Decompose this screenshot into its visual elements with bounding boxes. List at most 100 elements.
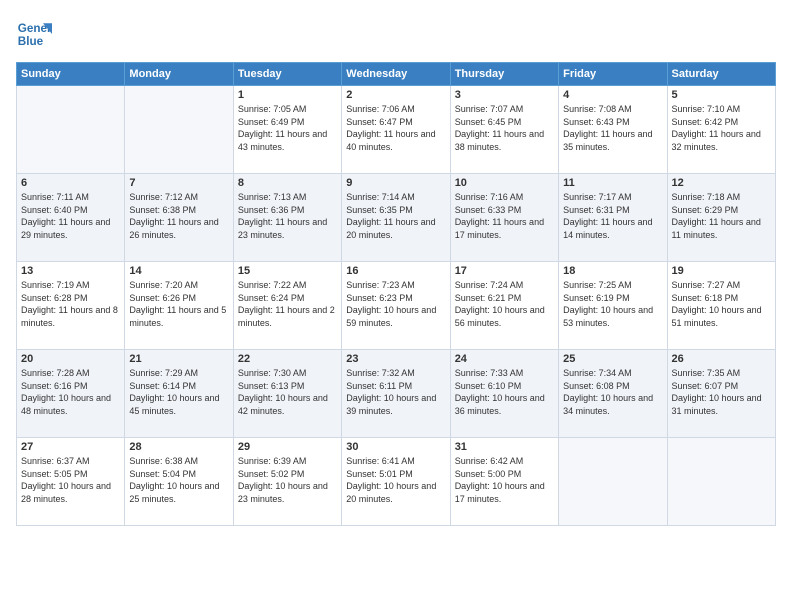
week-row-3: 13 Sunrise: 7:19 AM Sunset: 6:28 PM Dayli… (17, 262, 776, 350)
cal-cell: 29Sunrise: 6:39 AM Sunset: 5:02 PM Dayli… (233, 438, 341, 526)
day-number: 7 (129, 177, 228, 189)
cal-cell: 24 Sunrise: 7:33 AM Sunset: 6:10 PM Dayli… (450, 350, 558, 438)
cell-info: Sunrise: 7:28 AM Sunset: 6:16 PM Dayligh… (21, 367, 120, 417)
day-number: 31 (455, 441, 554, 453)
cal-cell: 4 Sunrise: 7:08 AM Sunset: 6:43 PM Daylig… (559, 86, 667, 174)
cell-info: Sunrise: 7:19 AM Sunset: 6:28 PM Dayligh… (21, 279, 120, 329)
cal-cell: 17 Sunrise: 7:24 AM Sunset: 6:21 PM Dayli… (450, 262, 558, 350)
cell-info: Sunrise: 7:05 AM Sunset: 6:49 PM Dayligh… (238, 103, 337, 153)
day-number: 28 (129, 441, 228, 453)
day-number: 19 (672, 265, 771, 277)
cal-cell: 9 Sunrise: 7:14 AM Sunset: 6:35 PM Daylig… (342, 174, 450, 262)
cell-info: Sunrise: 7:32 AM Sunset: 6:11 PM Dayligh… (346, 367, 445, 417)
day-header-friday: Friday (559, 63, 667, 86)
week-row-2: 6Sunrise: 7:11 AM Sunset: 6:40 PM Daylig… (17, 174, 776, 262)
day-number: 5 (672, 89, 771, 101)
cell-info: Sunrise: 6:42 AM Sunset: 5:00 PM Dayligh… (455, 455, 554, 505)
cal-cell: 11 Sunrise: 7:17 AM Sunset: 6:31 PM Dayli… (559, 174, 667, 262)
day-number: 4 (563, 89, 662, 101)
day-header-saturday: Saturday (667, 63, 775, 86)
cell-info: Sunrise: 7:30 AM Sunset: 6:13 PM Dayligh… (238, 367, 337, 417)
day-number: 16 (346, 265, 445, 277)
cal-cell (559, 438, 667, 526)
day-number: 15 (238, 265, 337, 277)
cal-cell: 8 Sunrise: 7:13 AM Sunset: 6:36 PM Daylig… (233, 174, 341, 262)
cal-cell: 1 Sunrise: 7:05 AM Sunset: 6:49 PM Daylig… (233, 86, 341, 174)
cell-info: Sunrise: 6:37 AM Sunset: 5:05 PM Dayligh… (21, 455, 120, 505)
cal-cell: 16 Sunrise: 7:23 AM Sunset: 6:23 PM Dayli… (342, 262, 450, 350)
cell-info: Sunrise: 7:24 AM Sunset: 6:21 PM Dayligh… (455, 279, 554, 329)
cell-info: Sunrise: 7:18 AM Sunset: 6:29 PM Dayligh… (672, 191, 771, 241)
day-number: 26 (672, 353, 771, 365)
day-number: 30 (346, 441, 445, 453)
cal-cell: 19 Sunrise: 7:27 AM Sunset: 6:18 PM Dayli… (667, 262, 775, 350)
cal-cell: 6Sunrise: 7:11 AM Sunset: 6:40 PM Daylig… (17, 174, 125, 262)
cal-cell: 5 Sunrise: 7:10 AM Sunset: 6:42 PM Daylig… (667, 86, 775, 174)
day-number: 17 (455, 265, 554, 277)
day-number: 8 (238, 177, 337, 189)
cal-cell: 3Sunrise: 7:07 AM Sunset: 6:45 PM Daylig… (450, 86, 558, 174)
cell-info: Sunrise: 7:27 AM Sunset: 6:18 PM Dayligh… (672, 279, 771, 329)
svg-text:Blue: Blue (18, 35, 44, 48)
day-number: 24 (455, 353, 554, 365)
cal-cell: 26 Sunrise: 7:35 AM Sunset: 6:07 PM Dayli… (667, 350, 775, 438)
cell-info: Sunrise: 7:12 AM Sunset: 6:38 PM Dayligh… (129, 191, 228, 241)
cell-info: Sunrise: 7:29 AM Sunset: 6:14 PM Dayligh… (129, 367, 228, 417)
cell-info: Sunrise: 7:17 AM Sunset: 6:31 PM Dayligh… (563, 191, 662, 241)
cell-info: Sunrise: 7:35 AM Sunset: 6:07 PM Dayligh… (672, 367, 771, 417)
cal-cell: 12 Sunrise: 7:18 AM Sunset: 6:29 PM Dayli… (667, 174, 775, 262)
cal-cell (125, 86, 233, 174)
day-number: 21 (129, 353, 228, 365)
cal-cell: 18Sunrise: 7:25 AM Sunset: 6:19 PM Dayli… (559, 262, 667, 350)
cal-cell: 21 Sunrise: 7:29 AM Sunset: 6:14 PM Dayli… (125, 350, 233, 438)
cell-info: Sunrise: 7:13 AM Sunset: 6:36 PM Dayligh… (238, 191, 337, 241)
day-number: 27 (21, 441, 120, 453)
cal-cell: 27 Sunrise: 6:37 AM Sunset: 5:05 PM Dayli… (17, 438, 125, 526)
page-header: General Blue (16, 16, 776, 52)
cell-info: Sunrise: 7:14 AM Sunset: 6:35 PM Dayligh… (346, 191, 445, 241)
week-row-5: 27 Sunrise: 6:37 AM Sunset: 5:05 PM Dayli… (17, 438, 776, 526)
cell-info: Sunrise: 7:16 AM Sunset: 6:33 PM Dayligh… (455, 191, 554, 241)
day-header-monday: Monday (125, 63, 233, 86)
cal-cell: 22 Sunrise: 7:30 AM Sunset: 6:13 PM Dayli… (233, 350, 341, 438)
cell-info: Sunrise: 7:23 AM Sunset: 6:23 PM Dayligh… (346, 279, 445, 329)
day-number: 23 (346, 353, 445, 365)
cal-cell: 7 Sunrise: 7:12 AM Sunset: 6:38 PM Daylig… (125, 174, 233, 262)
cell-info: Sunrise: 6:41 AM Sunset: 5:01 PM Dayligh… (346, 455, 445, 505)
day-number: 14 (129, 265, 228, 277)
day-number: 22 (238, 353, 337, 365)
day-number: 9 (346, 177, 445, 189)
day-number: 11 (563, 177, 662, 189)
day-number: 10 (455, 177, 554, 189)
calendar-table: SundayMondayTuesdayWednesdayThursdayFrid… (16, 62, 776, 526)
cell-info: Sunrise: 6:39 AM Sunset: 5:02 PM Dayligh… (238, 455, 337, 505)
cal-cell: 31 Sunrise: 6:42 AM Sunset: 5:00 PM Dayli… (450, 438, 558, 526)
cell-info: Sunrise: 7:07 AM Sunset: 6:45 PM Dayligh… (455, 103, 554, 153)
cal-cell: 20Sunrise: 7:28 AM Sunset: 6:16 PM Dayli… (17, 350, 125, 438)
day-header-thursday: Thursday (450, 63, 558, 86)
day-header-wednesday: Wednesday (342, 63, 450, 86)
cal-cell: 14 Sunrise: 7:20 AM Sunset: 6:26 PM Dayli… (125, 262, 233, 350)
week-row-1: 1 Sunrise: 7:05 AM Sunset: 6:49 PM Daylig… (17, 86, 776, 174)
cell-info: Sunrise: 7:22 AM Sunset: 6:24 PM Dayligh… (238, 279, 337, 329)
cell-info: Sunrise: 7:06 AM Sunset: 6:47 PM Dayligh… (346, 103, 445, 153)
day-header-tuesday: Tuesday (233, 63, 341, 86)
header-row: SundayMondayTuesdayWednesdayThursdayFrid… (17, 63, 776, 86)
day-number: 18 (563, 265, 662, 277)
day-number: 25 (563, 353, 662, 365)
day-number: 13 (21, 265, 120, 277)
cal-cell: 10 Sunrise: 7:16 AM Sunset: 6:33 PM Dayli… (450, 174, 558, 262)
day-header-sunday: Sunday (17, 63, 125, 86)
day-number: 1 (238, 89, 337, 101)
cell-info: Sunrise: 7:10 AM Sunset: 6:42 PM Dayligh… (672, 103, 771, 153)
logo: General Blue (16, 16, 52, 52)
cal-cell: 2 Sunrise: 7:06 AM Sunset: 6:47 PM Daylig… (342, 86, 450, 174)
day-number: 12 (672, 177, 771, 189)
cell-info: Sunrise: 7:08 AM Sunset: 6:43 PM Dayligh… (563, 103, 662, 153)
cell-info: Sunrise: 7:20 AM Sunset: 6:26 PM Dayligh… (129, 279, 228, 329)
day-number: 6 (21, 177, 120, 189)
week-row-4: 20Sunrise: 7:28 AM Sunset: 6:16 PM Dayli… (17, 350, 776, 438)
cell-info: Sunrise: 6:38 AM Sunset: 5:04 PM Dayligh… (129, 455, 228, 505)
cell-info: Sunrise: 7:33 AM Sunset: 6:10 PM Dayligh… (455, 367, 554, 417)
day-number: 2 (346, 89, 445, 101)
